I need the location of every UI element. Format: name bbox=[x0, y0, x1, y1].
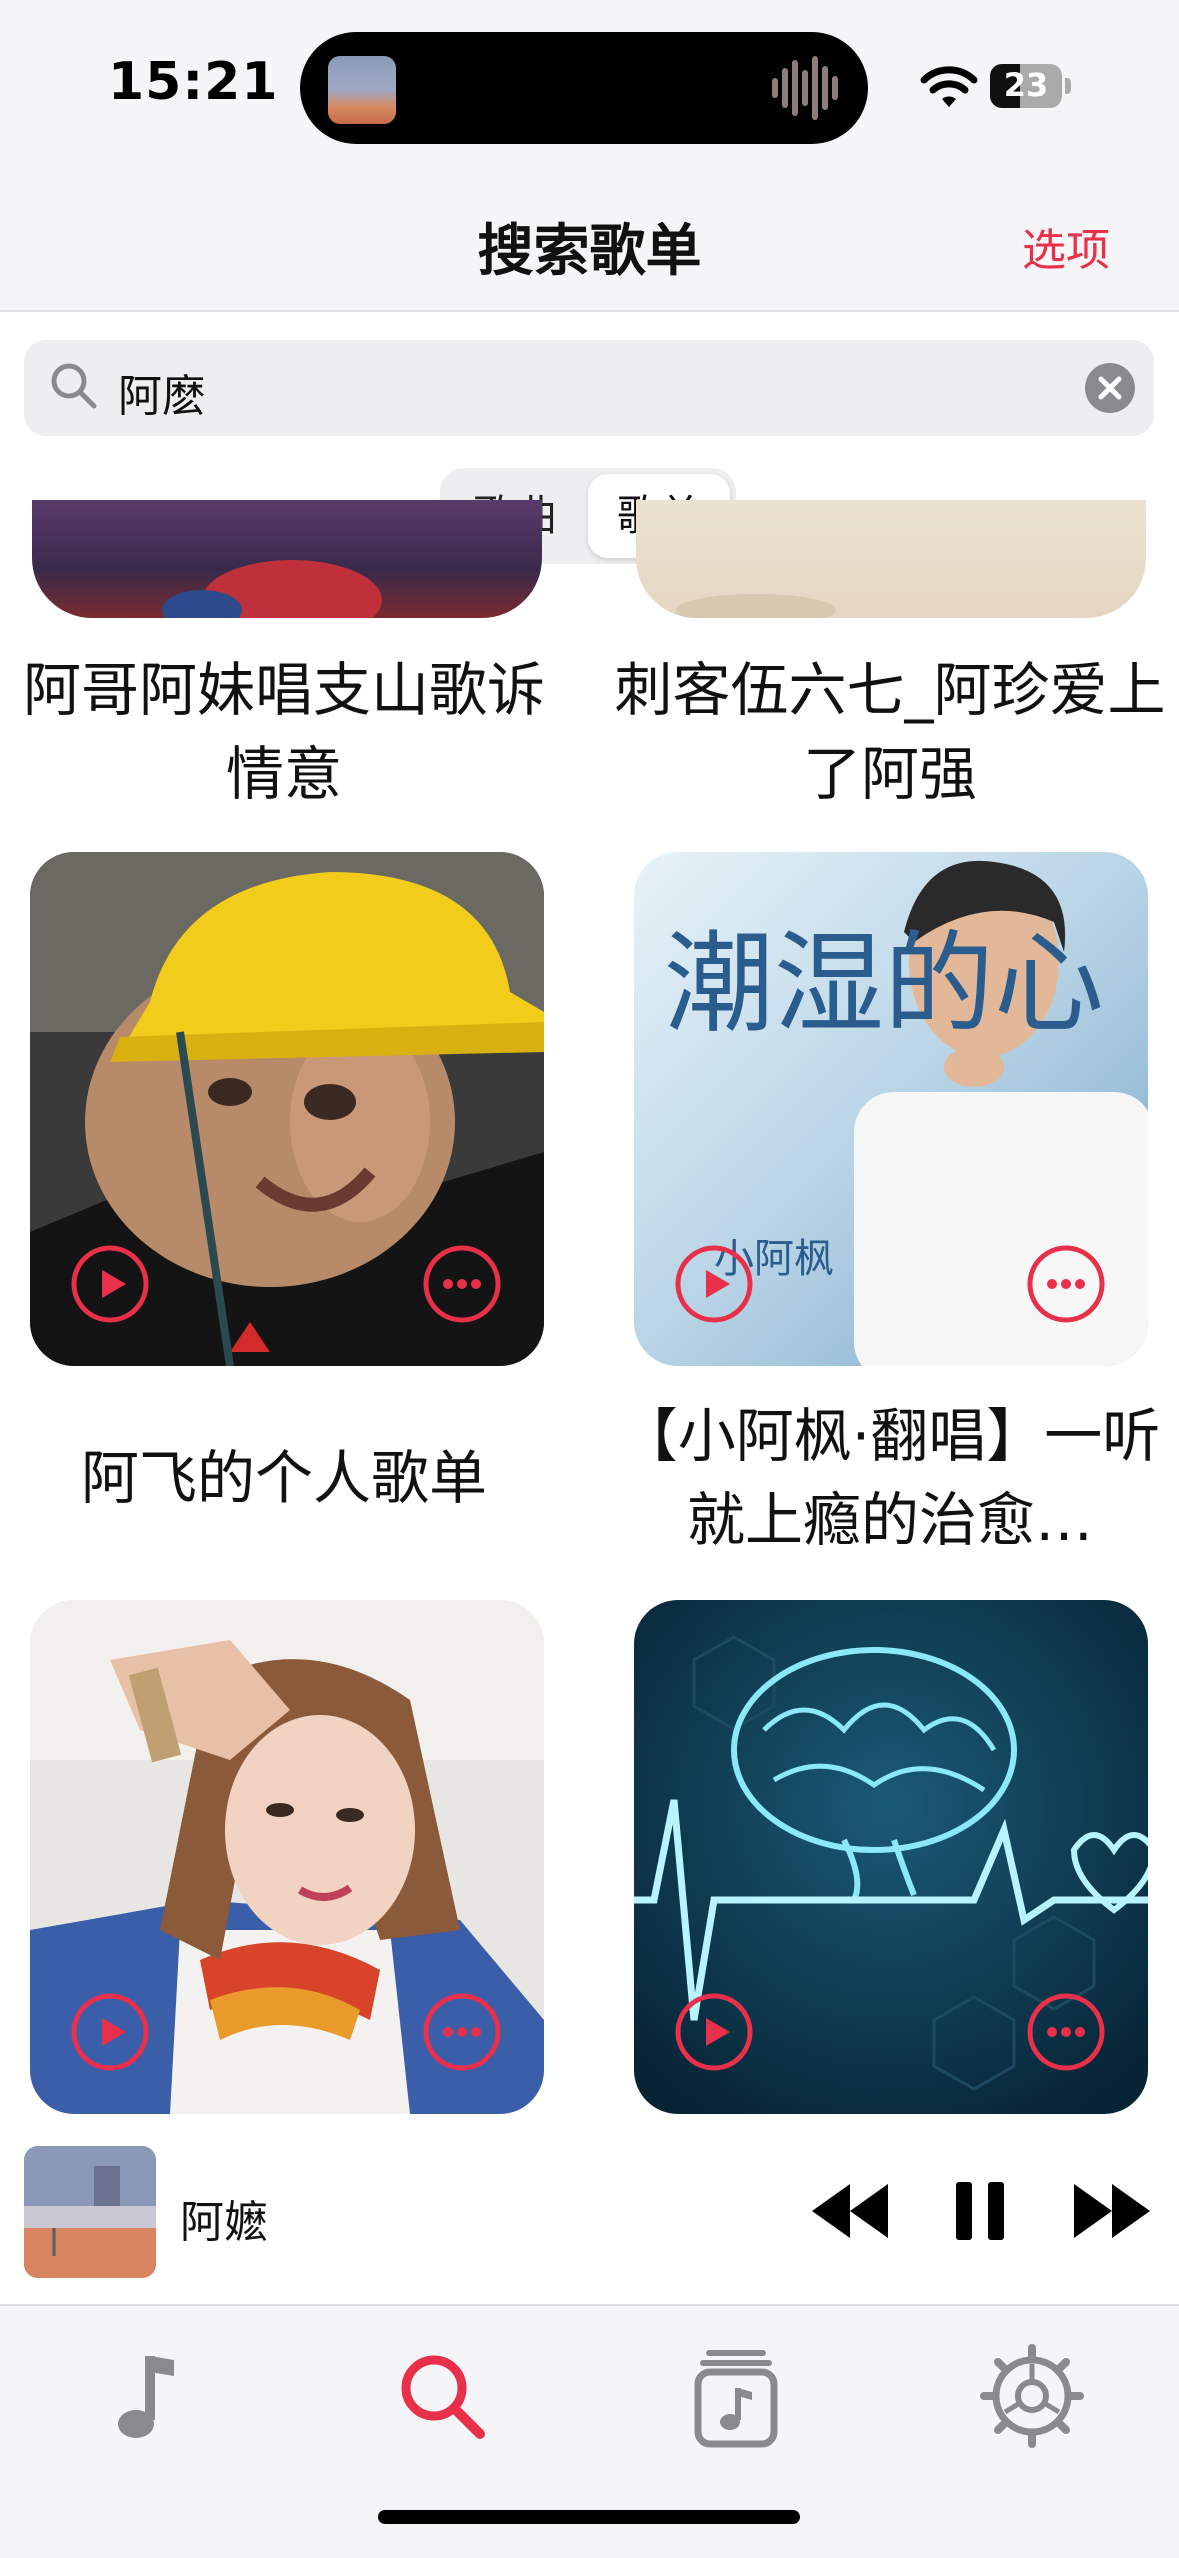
status-time: 15:21 bbox=[108, 52, 279, 112]
play-button[interactable] bbox=[674, 1992, 754, 2072]
battery-level: 23 bbox=[1003, 66, 1049, 104]
playlist-title[interactable]: 阿哥阿妹唱支山歌诉情意 bbox=[4, 648, 564, 816]
waveform-icon bbox=[772, 56, 838, 120]
play-button[interactable] bbox=[674, 1244, 754, 1324]
music-note-icon[interactable] bbox=[88, 2336, 208, 2456]
pause-button[interactable] bbox=[952, 2178, 1008, 2244]
gear-icon[interactable] bbox=[972, 2336, 1092, 2456]
mini-player[interactable]: 阿嬷 bbox=[0, 2120, 1179, 2304]
playlist-title[interactable]: 阿飞的个人歌单 bbox=[4, 1436, 564, 1520]
more-button[interactable] bbox=[422, 1992, 502, 2072]
album-title-text: 潮湿的心 bbox=[664, 920, 1104, 1048]
search-icon bbox=[51, 363, 97, 409]
wifi-icon bbox=[920, 66, 978, 107]
nav-bar: 搜索歌单 选项 bbox=[0, 170, 1179, 312]
playlist-title[interactable]: 刺客伍六七_阿珍爱上了阿强 bbox=[610, 648, 1170, 816]
battery-icon: 23 bbox=[990, 64, 1072, 108]
search-input[interactable]: 阿麽 bbox=[24, 340, 1154, 436]
clear-icon[interactable] bbox=[1084, 362, 1136, 414]
playlist-icon[interactable] bbox=[676, 2336, 796, 2456]
play-button[interactable] bbox=[70, 1992, 150, 2072]
island-album-art bbox=[328, 56, 396, 124]
more-button[interactable] bbox=[1026, 1244, 1106, 1324]
playlist-cover[interactable] bbox=[32, 500, 542, 618]
playlist-title[interactable]: 【小阿枫·翻唱】一听就上瘾的治愈… bbox=[610, 1394, 1170, 1562]
mini-player-album-art[interactable] bbox=[24, 2146, 156, 2278]
home-indicator bbox=[378, 2510, 800, 2524]
next-button[interactable] bbox=[1072, 2178, 1152, 2244]
mini-player-title[interactable]: 阿嬷 bbox=[180, 2186, 268, 2250]
more-button[interactable] bbox=[422, 1244, 502, 1324]
page-title: 搜索歌单 bbox=[477, 219, 702, 284]
search-icon[interactable] bbox=[382, 2336, 502, 2456]
search-query[interactable]: 阿麽 bbox=[118, 360, 206, 424]
play-button[interactable] bbox=[70, 1244, 150, 1324]
previous-button[interactable] bbox=[810, 2178, 890, 2244]
options-button[interactable]: 选项 bbox=[1022, 214, 1110, 278]
more-button[interactable] bbox=[1026, 1992, 1106, 2072]
playlist-cover[interactable] bbox=[636, 500, 1146, 618]
